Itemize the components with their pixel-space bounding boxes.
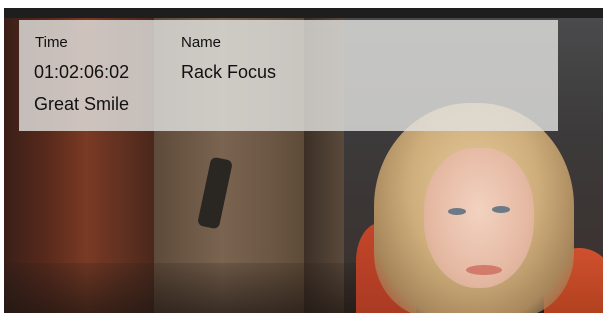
subject-eye-right bbox=[492, 206, 510, 213]
name-label: Name bbox=[181, 34, 222, 51]
time-label: Time bbox=[35, 34, 68, 51]
marker-note: Great Smile bbox=[34, 94, 130, 114]
subject-eye-left bbox=[448, 208, 466, 215]
viewer-frame: Time 01:02:06:02 Name Rack Focus Great S… bbox=[0, 0, 603, 313]
timecode-value: 01:02:06:02 bbox=[34, 62, 130, 82]
subject-lips bbox=[466, 265, 502, 275]
clip-name-value: Rack Focus bbox=[181, 62, 277, 82]
